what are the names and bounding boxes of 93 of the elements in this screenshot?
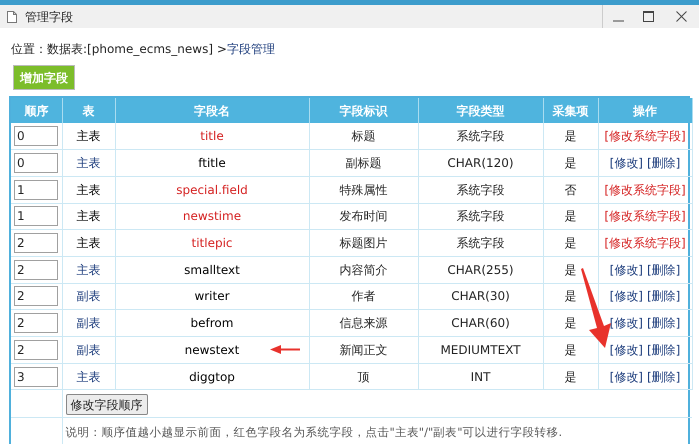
annotation-arrow (270, 344, 300, 355)
order-field[interactable]: 1 (14, 206, 58, 226)
field-label: 发布时间 (340, 209, 388, 224)
note-text: 说明：顺序值越小越显示前面，红色字段名为系统字段，点击"主表"/"副表"可以进行字段转移. (66, 424, 562, 438)
table-link[interactable]: 副表 (76, 342, 100, 357)
order-field[interactable]: 2 (14, 340, 58, 360)
table-cell: 主表 (76, 129, 100, 144)
field-label: 顶 (358, 370, 370, 384)
table-cell: 主表 (76, 236, 100, 250)
collect-value: 是 (564, 262, 576, 277)
edit-link[interactable]: [修改] (610, 154, 643, 172)
field-name: titlepic (191, 236, 232, 250)
field-type: CHAR(60) (451, 316, 510, 330)
field-type: 系统字段 (456, 236, 504, 250)
table-cell: 主表 (76, 182, 100, 197)
field-name: special.field (176, 182, 248, 197)
field-label: 作者 (352, 289, 376, 304)
window-title: 管理字段 (25, 8, 73, 26)
minimize-icon (612, 20, 624, 22)
collect-value: 是 (564, 342, 576, 357)
delete-link[interactable]: [删除] (647, 287, 680, 306)
field-label: 标题图片 (340, 236, 388, 250)
edit-link[interactable]: [修改] (610, 260, 643, 279)
order-field[interactable]: 0 (14, 126, 58, 146)
field-type: CHAR(120) (447, 156, 514, 170)
edit-link[interactable]: [修改] (610, 287, 643, 306)
collect-value: 是 (564, 289, 576, 304)
column-header: 顺序 (24, 104, 48, 118)
field-label: 内容简介 (340, 262, 388, 277)
field-name: smalltext (184, 262, 240, 277)
column-header: 表 (82, 104, 94, 118)
field-name: ftitle (198, 156, 226, 170)
field-name: title (200, 129, 224, 144)
order-field[interactable]: 2 (14, 260, 58, 280)
order-field[interactable]: 0 (14, 153, 58, 174)
delete-link[interactable]: [删除] (647, 154, 680, 172)
field-type: MEDIUMTEXT (440, 342, 521, 357)
collect-value: 是 (564, 236, 576, 250)
field-name: newstext (184, 342, 240, 357)
edit-system-field-link[interactable]: [修改系统字段] (604, 234, 686, 252)
table-link[interactable]: 主表 (76, 262, 100, 277)
field-label: 标题 (352, 129, 376, 144)
field-name: writer (194, 289, 230, 304)
table-link[interactable]: 主表 (76, 156, 100, 170)
column-header: 字段标识 (340, 104, 388, 118)
column-header: 字段名 (194, 104, 230, 118)
edit-system-field-link[interactable]: [修改系统字段] (604, 127, 686, 146)
field-name: befrom (190, 316, 234, 330)
field-type: INT (470, 370, 490, 384)
edit-link[interactable]: [修改] (610, 368, 643, 386)
field-label: 新闻正文 (340, 342, 388, 357)
field-type: 系统字段 (456, 182, 504, 197)
table-link[interactable]: 主表 (76, 370, 100, 384)
collect-value: 是 (564, 316, 576, 330)
table-link[interactable]: 副表 (76, 289, 100, 304)
edit-link[interactable]: [修改] (610, 340, 643, 359)
field-label: 信息来源 (340, 316, 388, 330)
page-icon (7, 10, 17, 22)
edit-system-field-link[interactable]: [修改系统字段] (604, 180, 686, 199)
collect-value: 是 (564, 209, 576, 224)
column-header: 字段类型 (456, 104, 504, 118)
close-icon (676, 11, 686, 22)
field-label: 副标题 (346, 156, 382, 170)
order-field[interactable]: 1 (14, 180, 58, 200)
maximize-icon (642, 11, 654, 22)
breadcrumb: 位置：数据表:[phome_ecms_news] > (11, 41, 227, 58)
order-field[interactable]: 2 (14, 313, 58, 334)
order-field[interactable]: 2 (14, 286, 58, 306)
collect-value: 是 (564, 370, 576, 384)
table-cell: 主表 (76, 209, 100, 224)
field-name: newstime (182, 209, 242, 224)
collect-value: 是 (564, 129, 576, 144)
field-type: 系统字段 (456, 129, 504, 144)
breadcrumb-link[interactable]: 字段管理 (226, 40, 275, 58)
edit-system-field-link[interactable]: [修改系统字段] (604, 207, 686, 226)
field-type: CHAR(255) (447, 262, 514, 277)
collect-value: 是 (564, 156, 576, 170)
field-type: CHAR(30) (451, 289, 510, 304)
table-link[interactable]: 副表 (76, 316, 100, 330)
delete-link[interactable]: [删除] (647, 340, 680, 359)
order-field[interactable]: 3 (14, 366, 58, 387)
delete-link[interactable]: [删除] (647, 260, 680, 279)
edit-link[interactable]: [修改] (610, 314, 643, 332)
delete-link[interactable]: [删除] (647, 314, 680, 332)
order-field[interactable]: 2 (14, 233, 58, 254)
column-header: 采集项 (552, 104, 588, 118)
field-label: 特殊属性 (340, 182, 388, 197)
collect-value: 否 (564, 182, 576, 197)
delete-link[interactable]: [删除] (647, 368, 680, 386)
field-name: diggtop (189, 370, 235, 384)
save-order-button[interactable]: 修改字段顺序 (66, 394, 148, 416)
field-type: 系统字段 (456, 209, 504, 224)
column-header: 操作 (633, 104, 657, 118)
